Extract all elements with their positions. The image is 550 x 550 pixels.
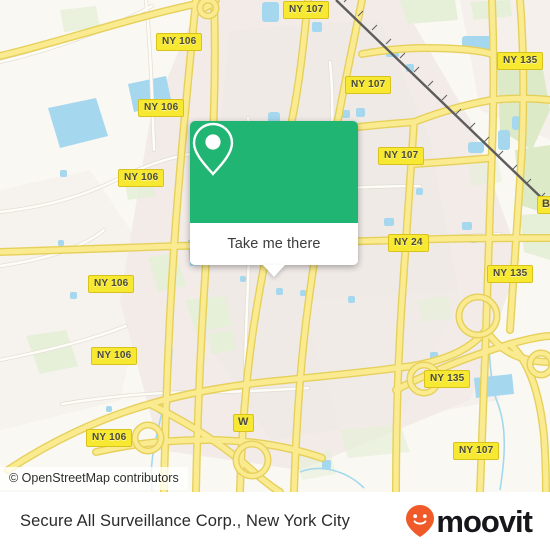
popup-tail — [263, 265, 285, 277]
road-shield: NY 135 — [497, 52, 544, 70]
popup-action-bar[interactable]: Take me there — [190, 223, 358, 277]
map-canvas[interactable]: .land{fill:#faf8f2} .res{fill:#f2ebe8} .… — [0, 0, 550, 492]
moovit-logo[interactable]: moovit — [405, 503, 533, 539]
road-shield: NY 106 — [156, 33, 203, 51]
road-shield: NY 24 — [388, 234, 429, 252]
place-popup[interactable]: Take me there — [190, 121, 358, 277]
moovit-wordmark: moovit — [436, 503, 533, 539]
road-shield: NY 107 — [453, 442, 500, 460]
road-shield: NY 106 — [118, 169, 165, 187]
take-me-there-label: Take me there — [227, 236, 321, 252]
road-shield: W — [233, 414, 254, 432]
place-title: Secure All Surveillance Corp., New York … — [20, 511, 350, 530]
road-shield: B — [537, 196, 550, 214]
road-shield: NY 107 — [378, 147, 425, 165]
road-shield: NY 107 — [283, 1, 330, 19]
road-shield: NY 106 — [86, 429, 133, 447]
popup-header — [190, 121, 358, 223]
road-shield: NY 106 — [88, 275, 135, 293]
moovit-map-screenshot: .land{fill:#faf8f2} .res{fill:#f2ebe8} .… — [0, 0, 550, 550]
road-shield: NY 135 — [487, 265, 534, 283]
moovit-pin-icon — [406, 505, 435, 537]
footer-bar: Secure All Surveillance Corp., New York … — [0, 492, 550, 550]
osm-attribution[interactable]: © OpenStreetMap contributors — [0, 467, 188, 490]
road-shield: NY 106 — [91, 347, 138, 365]
road-shield: NY 106 — [138, 99, 185, 117]
location-pin-icon — [192, 122, 234, 176]
road-shield: NY 135 — [424, 370, 471, 388]
road-shield: NY 107 — [345, 76, 392, 94]
